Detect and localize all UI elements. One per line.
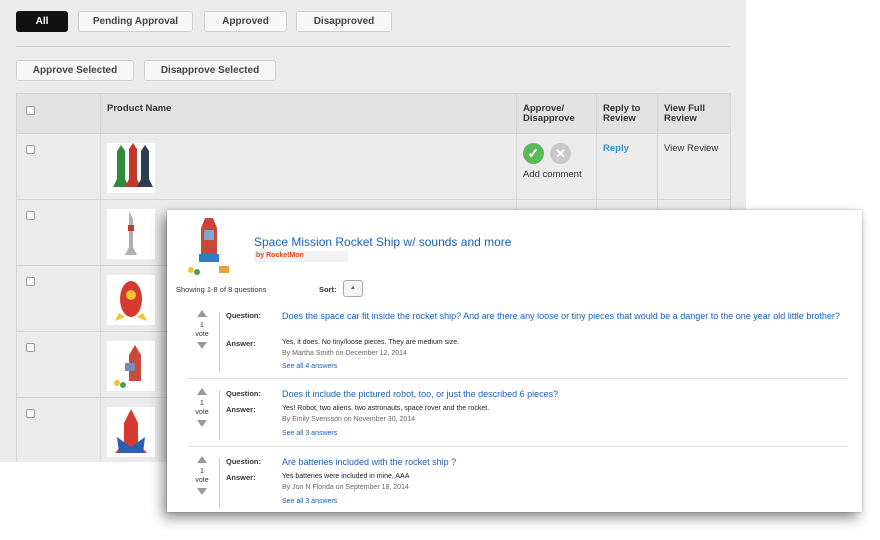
filter-tab-disapproved[interactable]: Disapproved <box>296 11 392 32</box>
view-cell: View Review <box>657 133 731 200</box>
add-comment-link[interactable]: Add comment <box>523 169 590 180</box>
divider <box>187 446 847 447</box>
downvote-arrow-icon[interactable] <box>197 488 207 495</box>
filter-tab-pending-approval[interactable]: Pending Approval <box>78 11 193 32</box>
answer-text: Yes, it does. No tiny/loose pieces. They… <box>282 339 460 346</box>
select-all-cell <box>16 93 101 134</box>
answer-label: Answer: <box>226 405 256 414</box>
product-thumbnail <box>107 407 155 457</box>
row-checkbox[interactable] <box>26 343 35 352</box>
upvote-arrow-icon[interactable] <box>197 310 207 317</box>
upvote-arrow-icon[interactable] <box>197 456 207 463</box>
product-image <box>185 214 233 278</box>
reply-cell: Reply <box>596 133 658 200</box>
question-link[interactable]: Does it include the pictured robot, too,… <box>282 388 842 400</box>
filter-tab-all[interactable]: All <box>16 11 68 32</box>
row-checkbox[interactable] <box>26 145 35 154</box>
see-all-answers-link[interactable]: See all 3 answers <box>282 498 337 505</box>
row-select-cell <box>16 265 101 332</box>
divider <box>219 458 220 508</box>
vote-label: vote <box>195 331 209 338</box>
vote-label: vote <box>195 477 209 484</box>
header-view-full-review: View Full Review <box>657 93 731 134</box>
divider <box>219 312 220 372</box>
product-cell <box>100 133 517 200</box>
row-checkbox[interactable] <box>26 409 35 418</box>
downvote-arrow-icon[interactable] <box>197 420 207 427</box>
sort-label: Sort: <box>319 285 337 294</box>
product-title-link[interactable]: Space Mission Rocket Ship w/ sounds and … <box>254 235 511 249</box>
row-select-cell <box>16 397 101 462</box>
approve-selected-button[interactable]: Approve Selected <box>16 60 134 81</box>
product-qa-card: Space Mission Rocket Ship w/ sounds and … <box>167 210 862 512</box>
product-thumbnail <box>107 275 155 325</box>
answer-label: Answer: <box>226 473 256 482</box>
header-reply-to-review: Reply to Review <box>596 93 658 134</box>
vote-count: 1 <box>200 400 204 407</box>
row-checkbox[interactable] <box>26 211 35 220</box>
disapprove-selected-button[interactable]: Disapprove Selected <box>144 60 276 81</box>
vote-widget: 1 vote <box>195 456 209 495</box>
answer-label: Answer: <box>226 339 256 348</box>
approve-check-icon[interactable]: ✓ <box>523 143 544 164</box>
divider <box>187 378 847 379</box>
downvote-arrow-icon[interactable] <box>197 342 207 349</box>
sort-dropdown[interactable]: ▲ <box>343 280 363 297</box>
product-thumbnail <box>107 143 155 193</box>
view-review-link[interactable]: View Review <box>664 143 718 154</box>
row-checkbox[interactable] <box>26 277 35 286</box>
divider <box>16 46 730 47</box>
header-product-name: Product Name <box>100 93 517 134</box>
divider <box>219 390 220 440</box>
upvote-arrow-icon[interactable] <box>197 388 207 395</box>
row-select-cell <box>16 331 101 398</box>
approve-cell: ✓ ✕ Add comment <box>516 133 597 200</box>
question-label: Question: <box>226 311 261 320</box>
reply-link[interactable]: Reply <box>603 143 629 154</box>
vote-widget: 1 vote <box>195 388 209 427</box>
vote-count: 1 <box>200 322 204 329</box>
vote-count: 1 <box>200 468 204 475</box>
header-approve-disapprove: Approve/ Disapprove <box>516 93 597 134</box>
product-thumbnail <box>107 341 155 391</box>
question-link[interactable]: Does the space car fit inside the rocket… <box>282 310 842 322</box>
product-thumbnail <box>107 209 155 259</box>
answer-author: By Martha Smith on December 12, 2014 <box>282 350 407 357</box>
answer-text: Yes batteries were included in mine, AAA <box>282 473 410 480</box>
table-header-row: Product Name Approve/ Disapprove Reply t… <box>16 93 731 134</box>
sort-updown-icon: ▲ <box>350 285 356 291</box>
vote-label: vote <box>195 409 209 416</box>
results-count: Showing 1-8 of 8 questions <box>176 285 267 294</box>
author-byline: by RocketMon <box>254 251 348 262</box>
filter-tab-approved[interactable]: Approved <box>204 11 287 32</box>
answer-author: By Emily Svensson on November 30, 2014 <box>282 416 416 423</box>
answer-text: Yes! Robot, two aliens, two astronauts, … <box>282 405 490 412</box>
question-label: Question: <box>226 457 261 466</box>
vote-widget: 1 vote <box>195 310 209 349</box>
see-all-answers-link[interactable]: See all 3 answers <box>282 430 337 437</box>
table-row: ✓ ✕ Add comment Reply View Review <box>16 133 731 200</box>
row-select-cell <box>16 199 101 266</box>
select-all-checkbox[interactable] <box>26 106 35 115</box>
question-label: Question: <box>226 389 261 398</box>
disapprove-x-icon[interactable]: ✕ <box>550 143 571 164</box>
see-all-answers-link[interactable]: See all 4 answers <box>282 363 337 370</box>
question-link[interactable]: Are batteries included with the rocket s… <box>282 456 842 468</box>
row-select-cell <box>16 133 101 200</box>
answer-author: By Jon N Florida on September 18, 2014 <box>282 484 409 491</box>
